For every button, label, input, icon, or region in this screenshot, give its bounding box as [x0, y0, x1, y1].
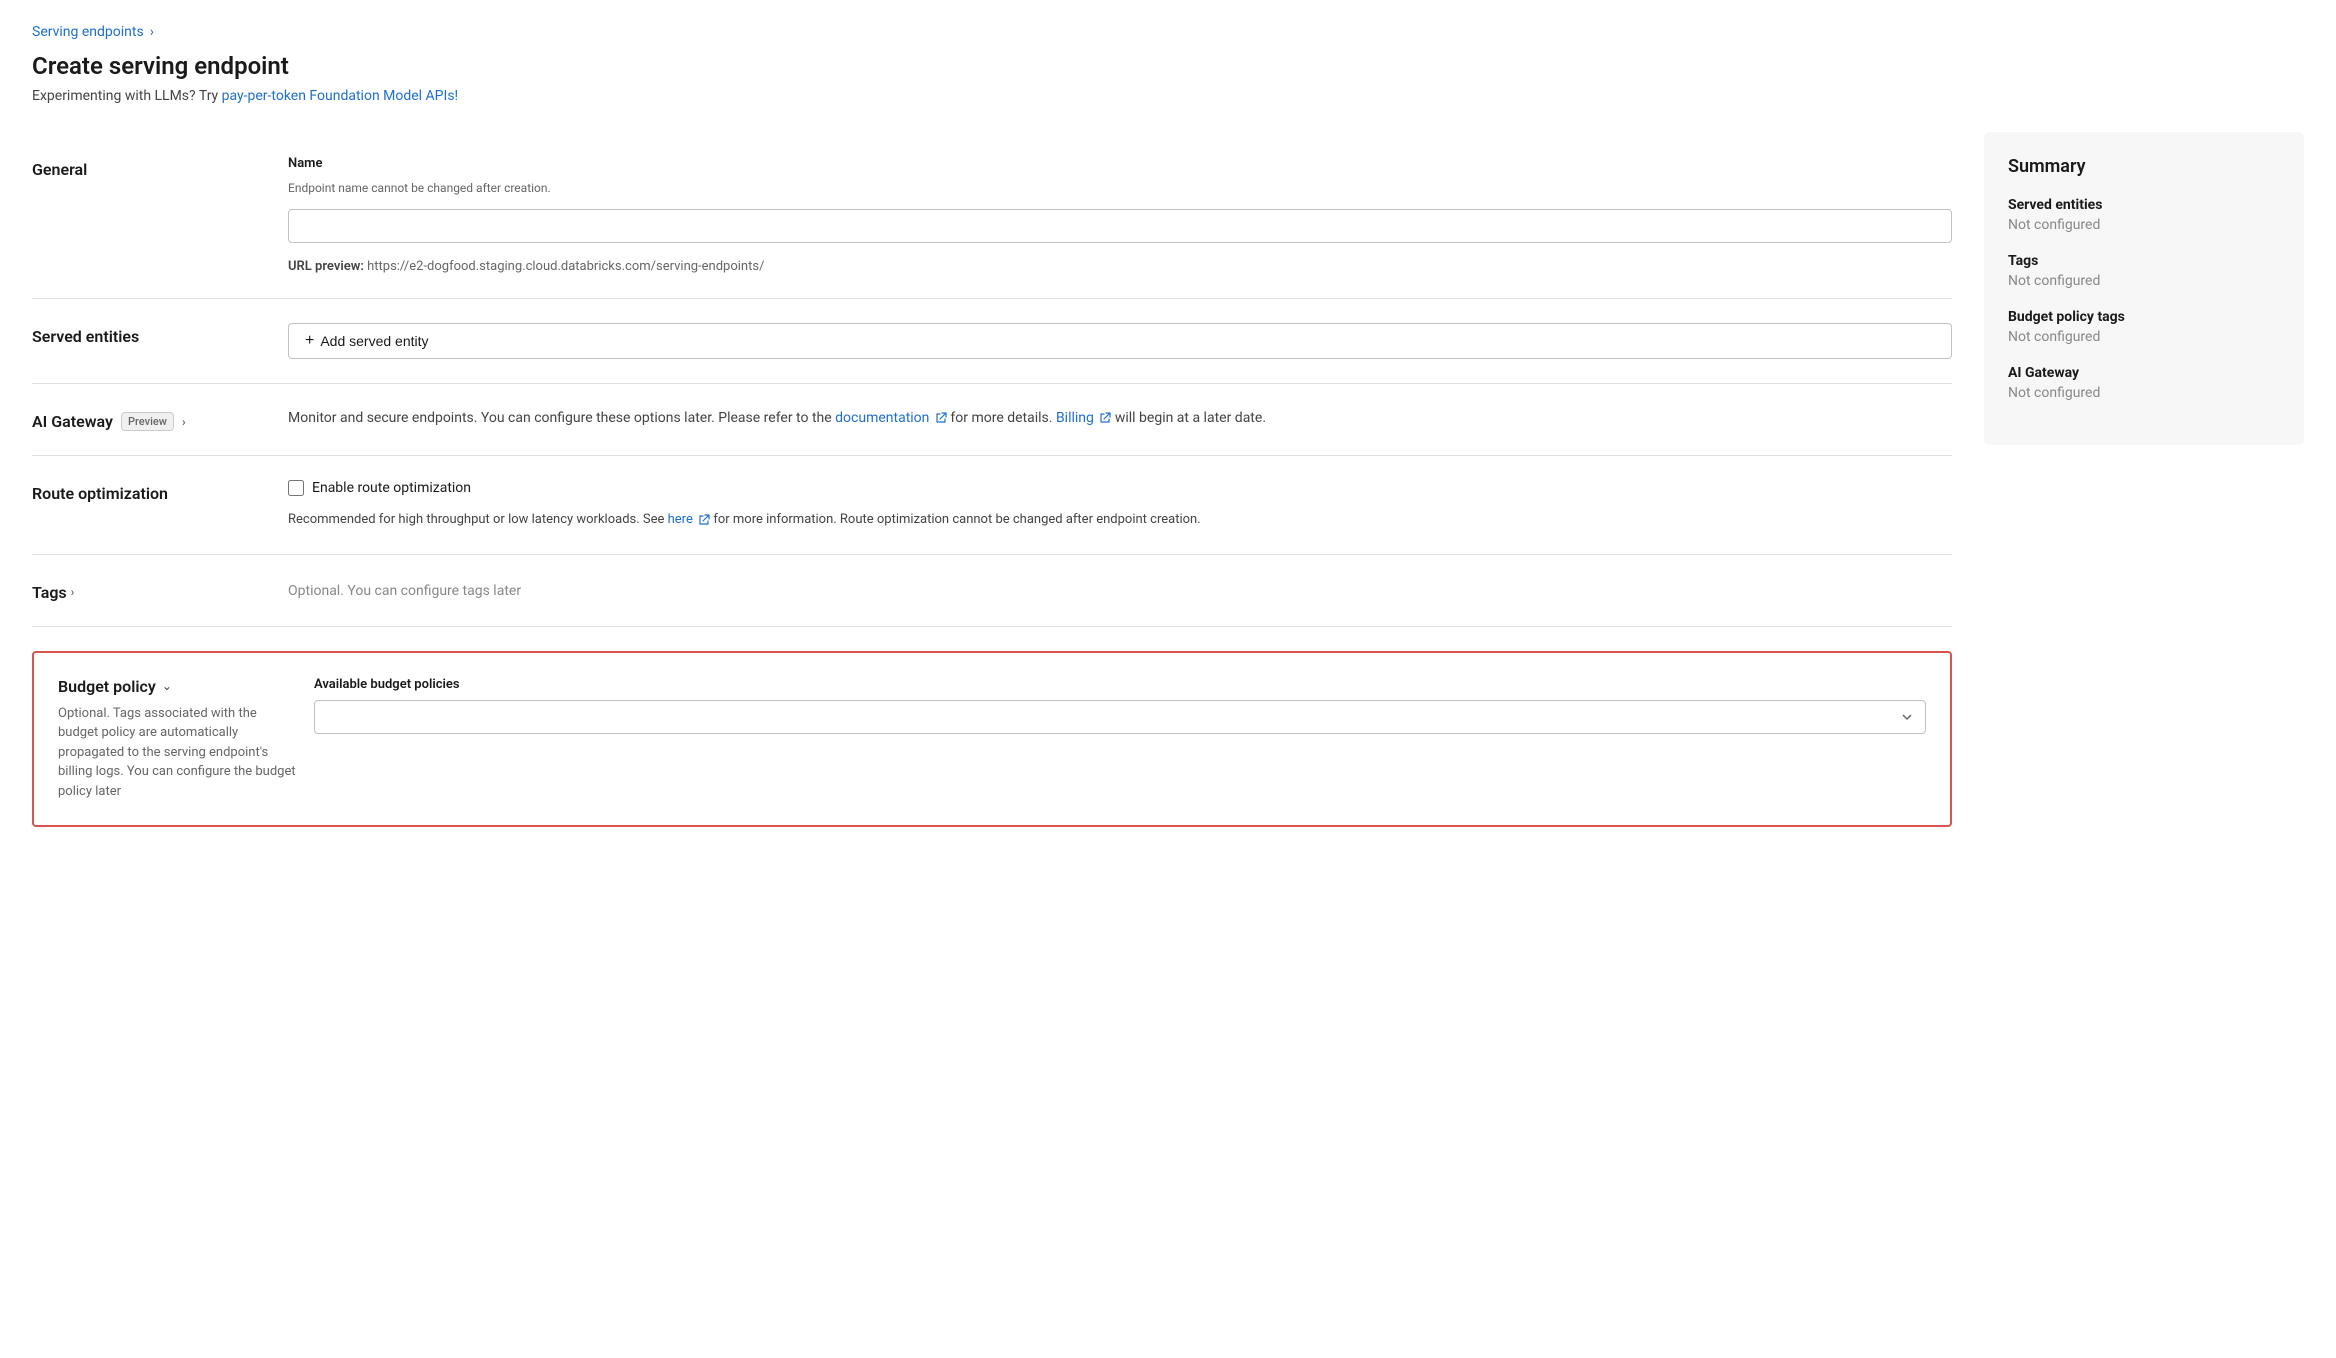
add-served-entity-button[interactable]: + Add served entity: [288, 323, 1952, 359]
route-optimization-section: Route optimization Enable route optimiza…: [32, 456, 1952, 555]
route-optimization-hint: Recommended for high throughput or low l…: [288, 510, 1952, 530]
ai-gateway-section: AI Gateway Preview › Monitor and secure …: [32, 384, 1952, 456]
general-section: General Name Endpoint name cannot be cha…: [32, 132, 1952, 299]
summary-served-entities-value: Not configured: [2008, 217, 2280, 233]
summary-items: Served entities Not configured Tags Not …: [2008, 197, 2280, 401]
tags-chevron[interactable]: ›: [71, 585, 75, 599]
route-optimization-label: Route optimization: [32, 480, 272, 503]
breadcrumb-link[interactable]: Serving endpoints: [32, 24, 144, 40]
enable-route-optimization-row: Enable route optimization: [288, 480, 1952, 496]
url-preview: URL preview: https://e2-dogfood.staging.…: [288, 259, 1952, 274]
summary-item-budget-policy-tags: Budget policy tags Not configured: [2008, 309, 2280, 345]
budget-policy-select[interactable]: [314, 700, 1926, 734]
budget-policy-section: Budget policy ⌄ Optional. Tags associate…: [32, 651, 1952, 828]
ai-gateway-label: AI Gateway Preview ›: [32, 408, 272, 431]
ai-gateway-content: Monitor and secure endpoints. You can co…: [288, 408, 1952, 429]
ai-gateway-description: Monitor and secure endpoints. You can co…: [288, 408, 1952, 429]
summary-title: Summary: [2008, 156, 2280, 177]
page-title: Create serving endpoint: [32, 52, 2304, 80]
served-entities-label: Served entities: [32, 323, 272, 346]
plus-icon: +: [305, 332, 314, 350]
route-optimization-content: Enable route optimization Recommended fo…: [288, 480, 1952, 530]
breadcrumb-chevron: ›: [150, 24, 154, 40]
budget-label-area: Budget policy ⌄ Optional. Tags associate…: [58, 677, 298, 802]
here-external-link-icon: [698, 514, 710, 526]
tags-optional-text: Optional. You can configure tags later: [288, 579, 1952, 599]
page-subtitle: Experimenting with LLMs? Try pay-per-tok…: [32, 88, 2304, 104]
summary-ai-gateway-label: AI Gateway: [2008, 365, 2280, 381]
budget-policy-content: Available budget policies: [314, 677, 1926, 734]
general-content: Name Endpoint name cannot be changed aft…: [288, 156, 1952, 274]
foundation-model-link[interactable]: pay-per-token Foundation Model APIs!: [222, 88, 459, 104]
name-field-hint: Endpoint name cannot be changed after cr…: [288, 181, 1952, 195]
tags-label: Tags ›: [32, 579, 272, 602]
summary-budget-policy-tags-value: Not configured: [2008, 329, 2280, 345]
route-optimization-checkbox[interactable]: [288, 480, 304, 496]
endpoint-name-input[interactable]: [288, 209, 1952, 243]
route-optimization-checkbox-label[interactable]: Enable route optimization: [312, 480, 471, 496]
served-entities-content: + Add served entity: [288, 323, 1952, 359]
form-area: General Name Endpoint name cannot be cha…: [32, 132, 1952, 827]
summary-tags-label: Tags: [2008, 253, 2280, 269]
add-served-entity-label: Add served entity: [320, 333, 428, 349]
summary-ai-gateway-value: Not configured: [2008, 385, 2280, 401]
summary-panel: Summary Served entities Not configured T…: [1984, 132, 2304, 445]
summary-item-tags: Tags Not configured: [2008, 253, 2280, 289]
billing-link[interactable]: Billing: [1056, 410, 1115, 426]
summary-tags-value: Not configured: [2008, 273, 2280, 289]
general-label: General: [32, 156, 272, 179]
documentation-link[interactable]: documentation: [835, 410, 950, 426]
summary-budget-policy-tags-label: Budget policy tags: [2008, 309, 2280, 325]
preview-badge: Preview: [121, 412, 174, 431]
budget-title-row: Budget policy ⌄: [58, 677, 298, 696]
billing-external-link-icon: [1099, 412, 1111, 424]
summary-served-entities-label: Served entities: [2008, 197, 2280, 213]
budget-policy-description: Optional. Tags associated with the budge…: [58, 704, 298, 802]
budget-policy-chevron[interactable]: ⌄: [162, 679, 172, 693]
summary-item-ai-gateway: AI Gateway Not configured: [2008, 365, 2280, 401]
name-field-label: Name: [288, 156, 1952, 171]
ai-gateway-chevron[interactable]: ›: [182, 415, 186, 429]
breadcrumb: Serving endpoints ›: [32, 24, 2304, 40]
external-link-icon: [935, 412, 947, 424]
served-entities-section: Served entities + Add served entity: [32, 299, 1952, 384]
here-link[interactable]: here: [668, 512, 714, 527]
tags-content: Optional. You can configure tags later: [288, 579, 1952, 599]
tags-section: Tags › Optional. You can configure tags …: [32, 555, 1952, 627]
summary-item-served-entities: Served entities Not configured: [2008, 197, 2280, 233]
available-budget-policies-label: Available budget policies: [314, 677, 1926, 692]
budget-policy-label: Budget policy: [58, 677, 156, 696]
